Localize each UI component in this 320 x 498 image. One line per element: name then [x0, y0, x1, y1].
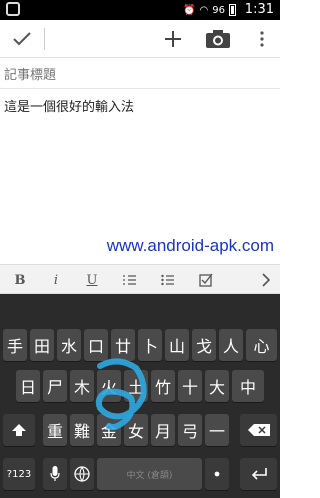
- overflow-menu-button[interactable]: [250, 20, 274, 58]
- delete-key[interactable]: [240, 414, 277, 446]
- space-key[interactable]: 中文 (倉頡): [97, 458, 202, 490]
- key-difficult[interactable]: 難: [70, 414, 94, 446]
- key-water[interactable]: 水: [57, 329, 81, 361]
- status-bar: ⏰ ◠ 96 1:31: [0, 0, 280, 20]
- bullet-list-icon: [161, 274, 174, 286]
- battery-icon: [229, 4, 236, 16]
- note-title-input[interactable]: [4, 64, 276, 86]
- symbols-key[interactable]: ?123: [3, 458, 35, 490]
- notification-icon: [6, 2, 20, 16]
- chevron-right-icon: [262, 273, 270, 287]
- key-corpse[interactable]: 尸: [43, 370, 67, 402]
- key-hand[interactable]: 手: [3, 329, 27, 361]
- plus-icon: [165, 31, 181, 47]
- key-bamboo[interactable]: 竹: [151, 370, 175, 402]
- period-icon: [214, 471, 220, 477]
- watermark-text: www.android-apk.com: [106, 236, 274, 255]
- numbered-list-icon: [123, 275, 136, 285]
- key-spear[interactable]: 戈: [192, 329, 216, 361]
- shift-key[interactable]: [3, 414, 35, 446]
- key-earth[interactable]: 土: [124, 370, 148, 402]
- keyboard: 手 田 水 口 廿 卜 山 戈 人 心 日 尸 木 火 土 竹 十 大 中 重 …: [0, 294, 280, 498]
- key-ten[interactable]: 十: [178, 370, 202, 402]
- battery-percent: 96: [212, 4, 225, 16]
- language-key[interactable]: [70, 458, 94, 490]
- status-time: 1:31: [244, 2, 274, 17]
- note-body-text[interactable]: 這是一個很好的輸入法: [4, 96, 276, 115]
- action-bar: [0, 20, 280, 58]
- done-button[interactable]: [2, 20, 42, 58]
- key-gold[interactable]: 金: [97, 414, 121, 446]
- format-toolbar: B i U: [0, 264, 280, 294]
- camera-icon: [206, 30, 230, 48]
- key-heart[interactable]: 心: [246, 329, 277, 361]
- checkbox-icon: [199, 273, 213, 287]
- wifi-icon: ◠: [199, 4, 209, 16]
- key-middle[interactable]: 中: [232, 370, 264, 402]
- alarm-icon: ⏰: [183, 4, 196, 16]
- enter-arrow-icon: [251, 468, 267, 480]
- title-divider: [0, 88, 280, 89]
- bullet-list-button[interactable]: [150, 265, 186, 295]
- key-wood[interactable]: 木: [70, 370, 94, 402]
- key-twenty[interactable]: 廿: [111, 329, 135, 361]
- shift-arrow-icon: [12, 424, 26, 436]
- action-separator: [44, 28, 45, 50]
- enter-key[interactable]: [240, 458, 277, 490]
- key-heavy[interactable]: 重: [43, 414, 67, 446]
- globe-icon: [74, 466, 90, 482]
- key-mountain[interactable]: 山: [165, 329, 189, 361]
- key-bow[interactable]: 弓: [178, 414, 202, 446]
- camera-button[interactable]: [200, 20, 236, 58]
- key-sun[interactable]: 日: [16, 370, 40, 402]
- voice-input-key[interactable]: [43, 458, 67, 490]
- key-field[interactable]: 田: [30, 329, 54, 361]
- key-woman[interactable]: 女: [124, 414, 148, 446]
- checkbox-button[interactable]: [188, 265, 224, 295]
- backspace-icon: [247, 424, 270, 436]
- italic-button[interactable]: i: [38, 265, 74, 295]
- key-big[interactable]: 大: [205, 370, 229, 402]
- key-one[interactable]: 一: [205, 414, 229, 446]
- key-divination[interactable]: 卜: [138, 329, 162, 361]
- key-moon[interactable]: 月: [151, 414, 175, 446]
- underline-button[interactable]: U: [74, 265, 110, 295]
- check-icon: [13, 32, 31, 46]
- add-button[interactable]: [158, 20, 188, 58]
- key-mouth[interactable]: 口: [84, 329, 108, 361]
- key-person[interactable]: 人: [219, 329, 243, 361]
- toolbar-next-button[interactable]: [248, 265, 284, 295]
- numbered-list-button[interactable]: [112, 265, 148, 295]
- punctuation-key[interactable]: [205, 458, 229, 490]
- bold-button[interactable]: B: [2, 265, 38, 295]
- status-icons: ⏰ ◠ 96: [183, 3, 236, 17]
- microphone-icon: [50, 466, 60, 481]
- key-fire[interactable]: 火: [97, 370, 121, 402]
- overflow-icon: [260, 31, 264, 47]
